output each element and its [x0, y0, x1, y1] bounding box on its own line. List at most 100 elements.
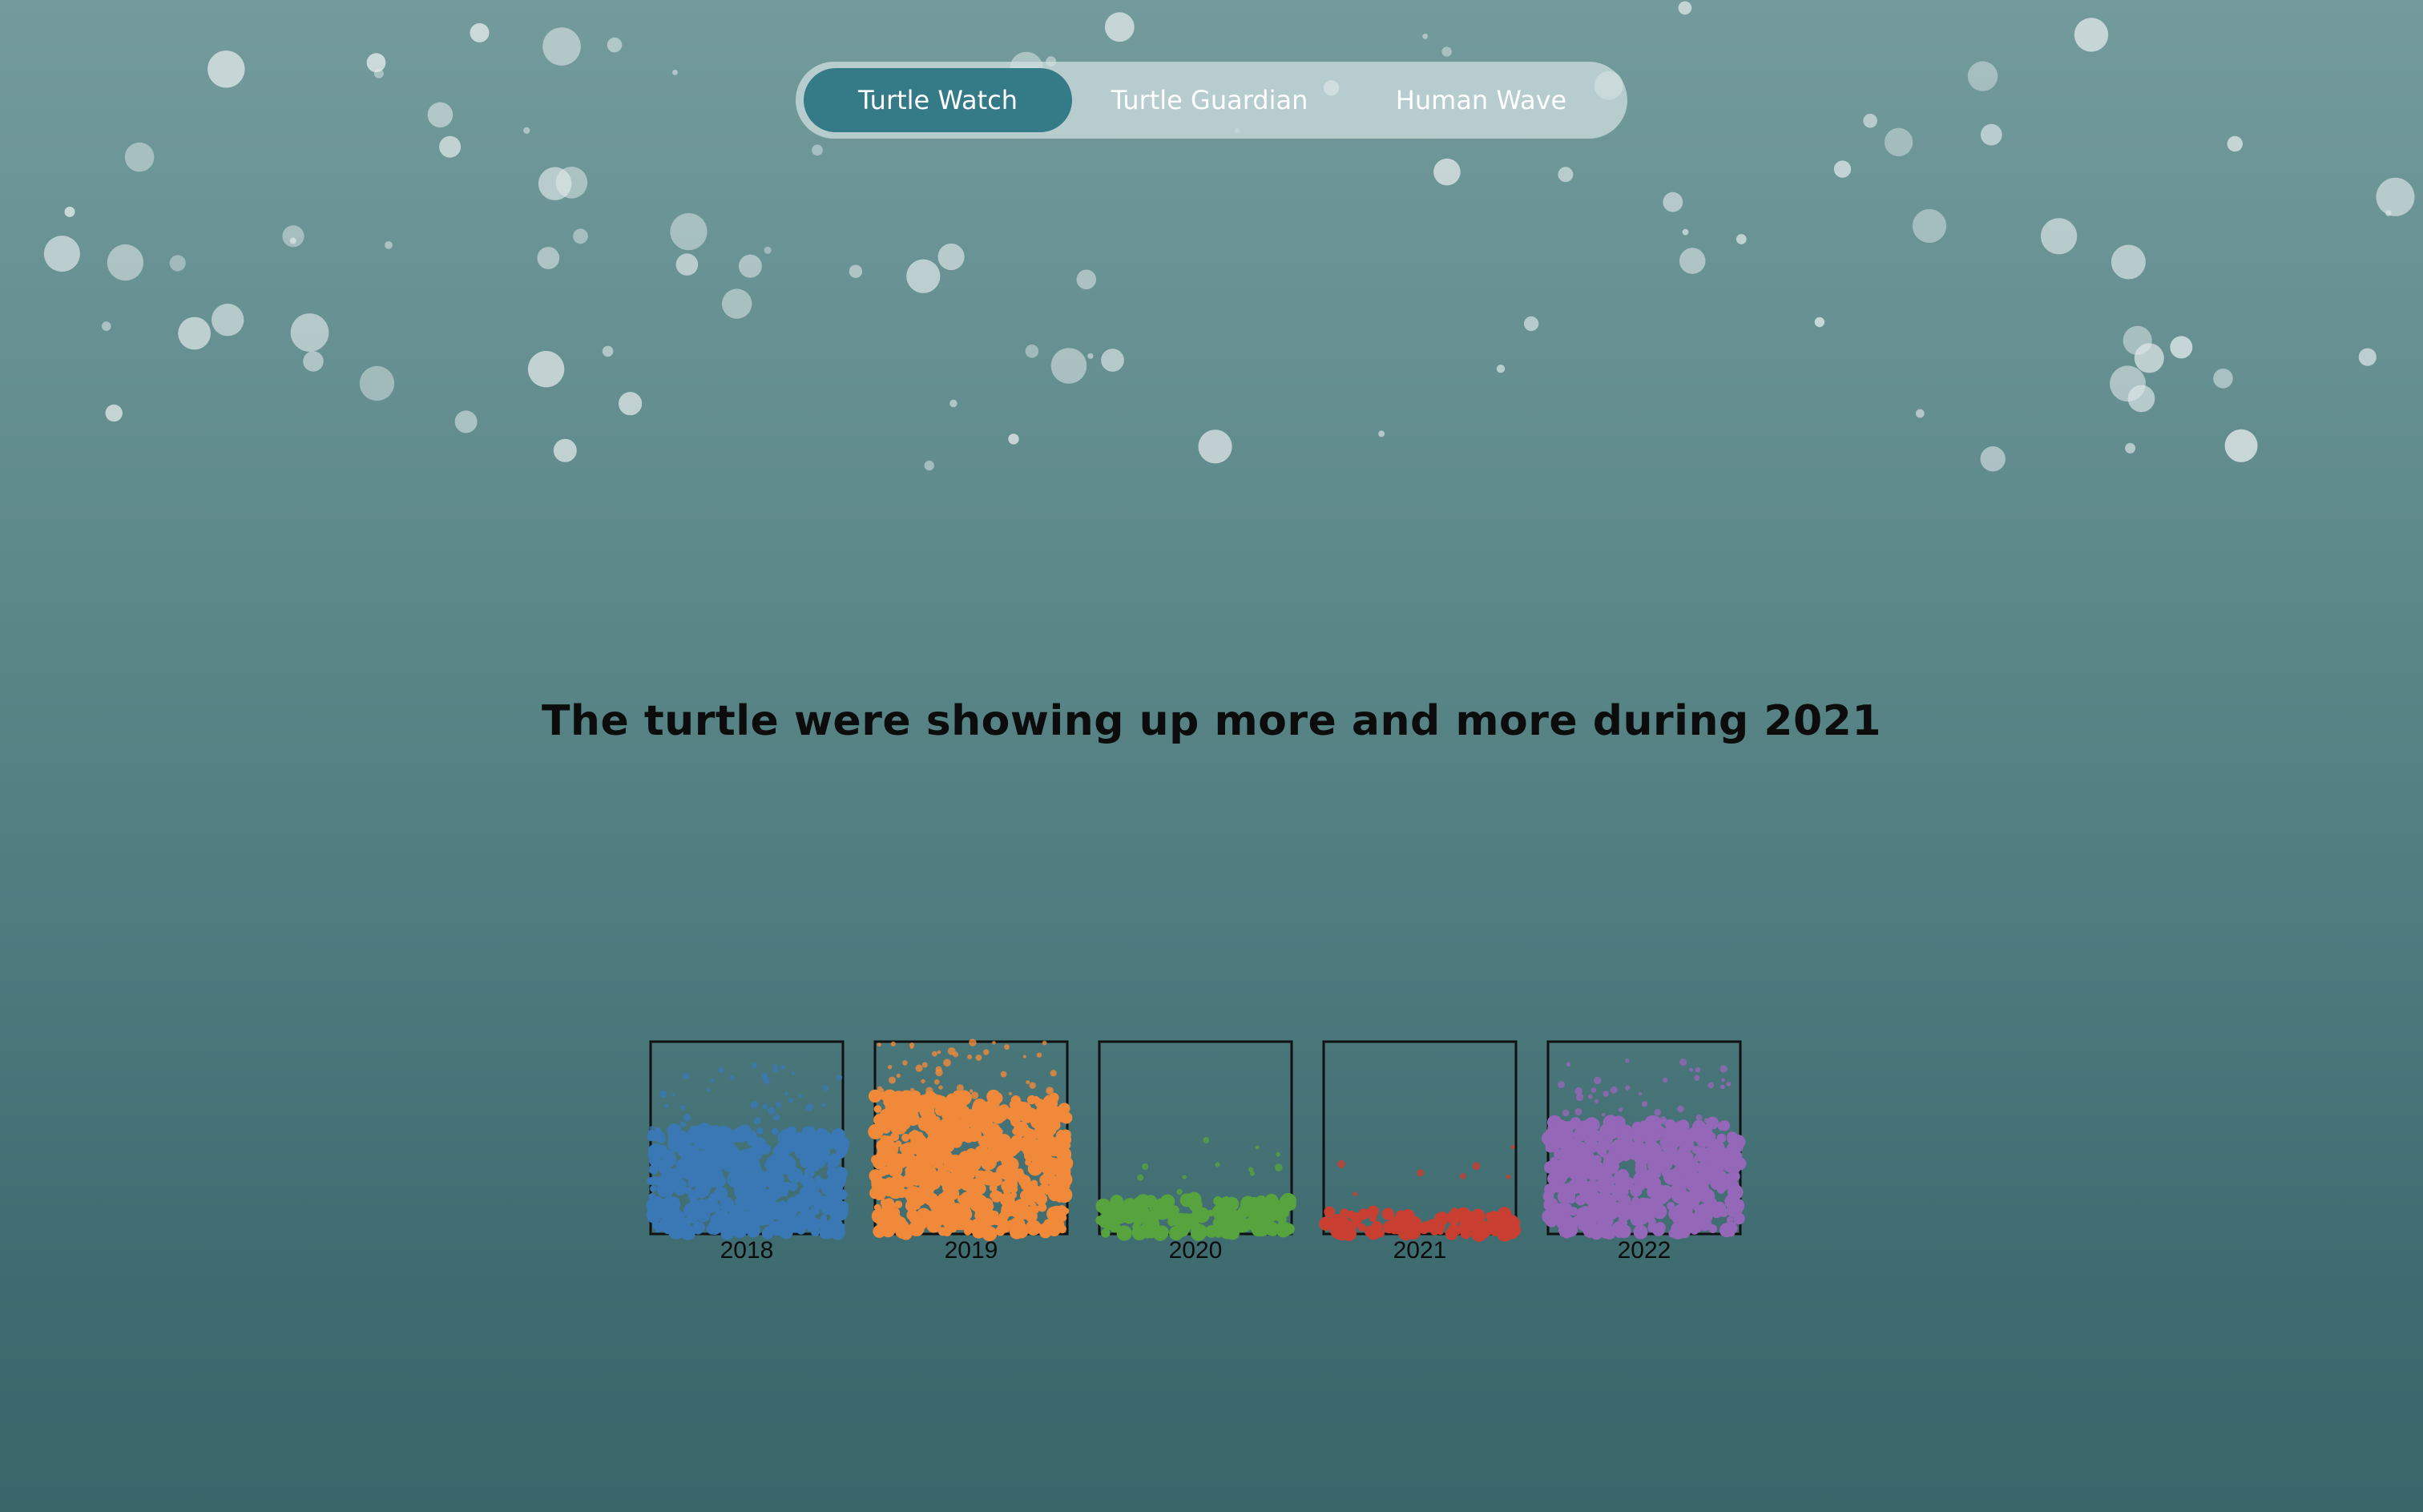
turtle-dot	[884, 1198, 895, 1209]
turtle-dot	[1603, 1225, 1617, 1240]
turtle-dot	[948, 1129, 957, 1138]
turtle-dot	[1001, 1202, 1016, 1217]
turtle-dot	[1182, 1175, 1187, 1179]
turtle-dot	[1655, 1157, 1671, 1173]
turtle-dot	[1417, 1169, 1425, 1177]
turtle-dot	[1618, 1107, 1623, 1112]
turtle-dot	[1255, 1145, 1260, 1150]
turtle-dot	[767, 1184, 783, 1200]
turtle-dot	[992, 1216, 1002, 1226]
turtle-dot	[1337, 1159, 1345, 1168]
turtle-dot	[1035, 1196, 1043, 1204]
turtle-dot	[687, 1178, 698, 1187]
turtle-dot	[1058, 1224, 1066, 1234]
turtle-dot	[926, 1135, 937, 1146]
turtle-dot	[1730, 1171, 1740, 1182]
turtle-dot	[1008, 1091, 1012, 1095]
turtle-dot	[1060, 1111, 1073, 1124]
turtle-dot	[661, 1214, 672, 1224]
turtle-dot	[677, 1220, 686, 1230]
turtle-dot	[791, 1071, 795, 1075]
turtle-dot	[952, 1051, 959, 1058]
turtle-dot	[926, 1171, 938, 1183]
turtle-dot	[952, 1090, 963, 1101]
turtle-dot	[934, 1079, 940, 1085]
turtle-dot	[1635, 1163, 1647, 1175]
turtle-dot	[667, 1131, 683, 1146]
turtle-dot	[1710, 1204, 1724, 1219]
turtle-dot	[1719, 1224, 1730, 1234]
turtle-dot	[909, 1045, 914, 1050]
turtle-dot	[1631, 1121, 1643, 1132]
turtle-dot	[994, 1127, 1003, 1136]
turtle-dot	[943, 1058, 951, 1067]
turtle-dot	[1693, 1204, 1701, 1212]
turtle-dot	[1429, 1226, 1440, 1236]
turtle-dot	[1721, 1078, 1726, 1083]
turtle-dot	[712, 1204, 721, 1212]
turtle-dot	[753, 1117, 761, 1125]
turtle-dot	[1027, 1137, 1038, 1147]
turtle-dot	[679, 1141, 693, 1155]
turtle-dot	[1559, 1229, 1567, 1237]
turtle-dot	[762, 1103, 768, 1110]
turtle-dot	[752, 1174, 766, 1188]
turtle-dot	[1642, 1129, 1655, 1142]
turtle-dot	[795, 1196, 811, 1212]
turtle-dot	[1619, 1148, 1632, 1162]
turtle-dot	[909, 1169, 925, 1186]
turtle-dot	[1677, 1105, 1684, 1113]
turtle-dot	[1283, 1223, 1295, 1236]
turtle-dot	[967, 1149, 977, 1159]
turtle-dot	[674, 1183, 687, 1195]
turtle-dot	[714, 1209, 731, 1226]
turtle-dot	[991, 1195, 999, 1203]
turtle-dot	[909, 1087, 915, 1093]
turtle-dot	[780, 1135, 796, 1151]
turtle-dot	[1029, 1082, 1036, 1089]
turtle-dot	[1506, 1174, 1511, 1179]
turtle-dot	[1663, 1077, 1668, 1083]
turtle-dot	[878, 1168, 887, 1177]
turtle-dot	[1587, 1094, 1593, 1099]
turtle-dot	[1060, 1129, 1071, 1140]
turtle-dot	[671, 1170, 679, 1178]
year-panel-frame	[1322, 1040, 1518, 1236]
turtle-dot	[1592, 1155, 1602, 1164]
turtle-dot	[1574, 1087, 1582, 1095]
turtle-dot	[814, 1175, 822, 1183]
turtle-year-chart: 2018 2019 2020 2021 2022	[646, 1038, 1747, 1264]
turtle-dot	[1545, 1138, 1558, 1151]
turtle-dot	[1615, 1115, 1623, 1124]
year-label: 2020	[1169, 1237, 1223, 1264]
turtle-dot	[1679, 1058, 1687, 1066]
turtle-dot	[689, 1199, 696, 1206]
turtle-dot	[806, 1132, 820, 1146]
turtle-dot	[773, 1067, 779, 1073]
turtle-dot	[1590, 1087, 1597, 1093]
turtle-dot	[1137, 1174, 1144, 1181]
turtle-dot	[1052, 1187, 1059, 1194]
turtle-dot	[1179, 1193, 1194, 1208]
turtle-dot	[893, 1154, 909, 1169]
turtle-dot	[1625, 1085, 1631, 1091]
turtle-dot	[773, 1114, 780, 1121]
turtle-dot	[1048, 1210, 1058, 1220]
turtle-dot	[975, 1054, 982, 1061]
turtle-dot	[948, 1111, 959, 1123]
turtle-dot	[1631, 1196, 1640, 1204]
turtle-dot	[1719, 1065, 1728, 1073]
turtle-dot	[1638, 1091, 1643, 1096]
turtle-dot	[1602, 1113, 1606, 1117]
turtle-dot	[1045, 1162, 1059, 1176]
turtle-dot	[901, 1133, 910, 1142]
turtle-dot	[1633, 1174, 1644, 1186]
turtle-dot	[687, 1205, 698, 1215]
turtle-dot	[1248, 1216, 1264, 1232]
turtle-dot	[973, 1194, 988, 1210]
turtle-dot	[899, 1181, 906, 1188]
turtle-dot	[879, 1088, 885, 1094]
turtle-dot	[1603, 1091, 1609, 1097]
turtle-dot	[1638, 1197, 1647, 1207]
turtle-dot	[1671, 1167, 1679, 1175]
